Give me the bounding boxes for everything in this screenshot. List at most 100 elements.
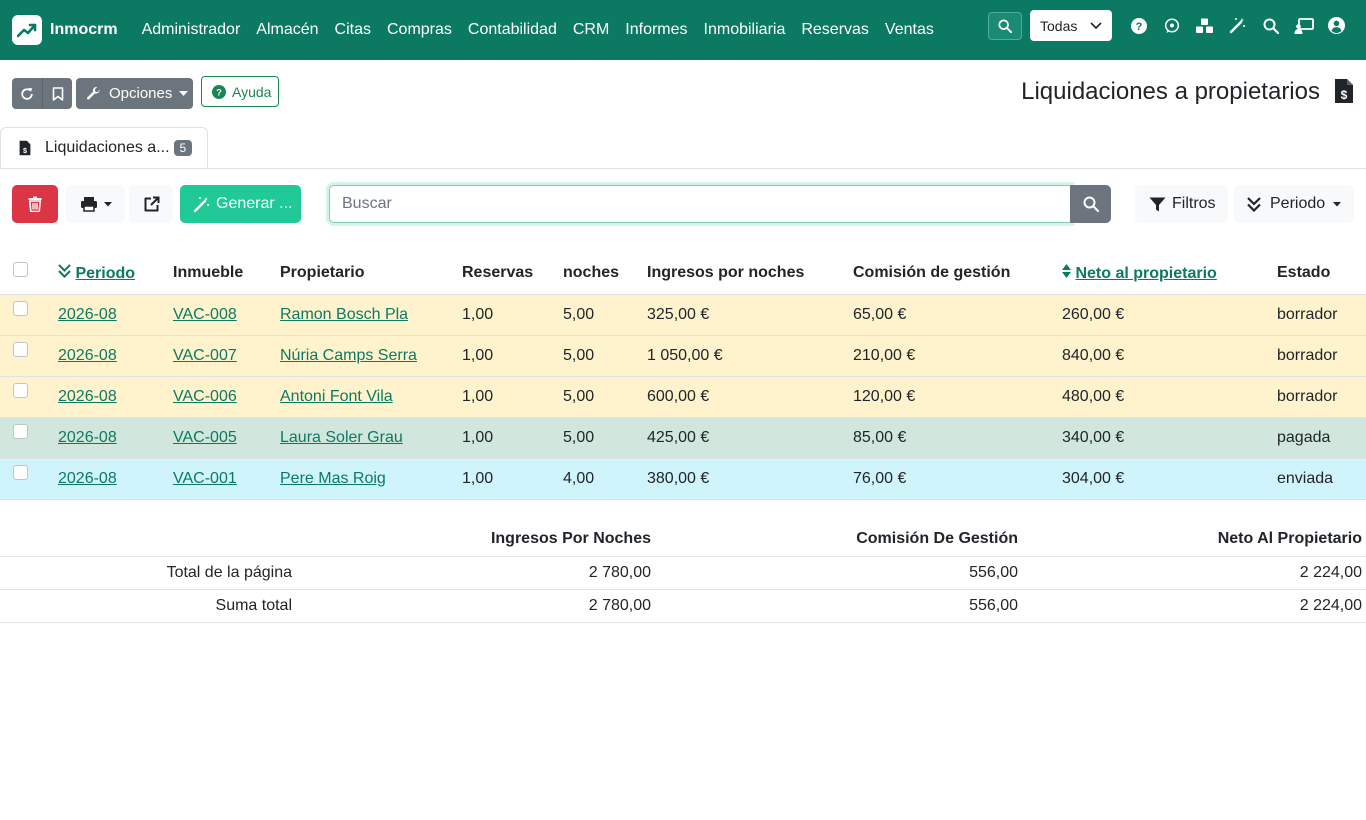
menu-item-reservas[interactable]: Reservas bbox=[801, 21, 869, 39]
options-label: Opciones bbox=[109, 85, 173, 102]
table-row[interactable]: 2026-08 VAC-005 Laura Soler Grau 1,00 5,… bbox=[0, 417, 1366, 459]
wrench-icon bbox=[87, 86, 100, 100]
reload-button[interactable] bbox=[12, 78, 43, 109]
totals-header-blank bbox=[0, 523, 296, 557]
brand[interactable]: Inmocrm bbox=[12, 15, 118, 45]
column-header-periodo[interactable]: Periodo bbox=[58, 253, 173, 295]
tab-liquidaciones[interactable]: $ Liquidaciones a... 5 bbox=[0, 127, 208, 169]
help-button[interactable]: ? Ayuda bbox=[201, 76, 279, 107]
row-select-cell bbox=[0, 417, 58, 459]
cell-noches: 5,00 bbox=[563, 294, 647, 336]
question-circle-icon: ? bbox=[212, 84, 226, 99]
search-icon[interactable] bbox=[1254, 11, 1287, 41]
propietario-link[interactable]: Laura Soler Grau bbox=[280, 429, 403, 446]
periodo-link[interactable]: 2026-08 bbox=[58, 470, 117, 487]
column-header-neto[interactable]: Neto al propietario bbox=[1062, 253, 1277, 295]
reload-bookmark-group bbox=[12, 78, 72, 109]
filters-button[interactable]: Filtros bbox=[1135, 185, 1228, 223]
options-button[interactable]: Opciones bbox=[76, 78, 193, 109]
double-chevron-down-icon bbox=[58, 263, 71, 278]
cell-comision: 210,00 € bbox=[853, 335, 1062, 377]
inmueble-link[interactable]: VAC-008 bbox=[173, 306, 237, 323]
column-header-inmueble: Inmueble bbox=[173, 253, 280, 295]
table-row[interactable]: 2026-08 VAC-007 Núria Camps Serra 1,00 5… bbox=[0, 335, 1366, 377]
tabs-divider bbox=[0, 168, 1366, 169]
periodo-link[interactable]: 2026-08 bbox=[58, 388, 117, 405]
menu-item-ventas[interactable]: Ventas bbox=[885, 21, 934, 39]
liquidaciones-table: Periodo Inmueble Propietario Reservas no… bbox=[0, 253, 1366, 500]
chalkboard-user-icon[interactable] bbox=[1287, 11, 1320, 41]
chevron-down-icon bbox=[1090, 21, 1102, 29]
whatsapp-icon[interactable] bbox=[1155, 11, 1188, 41]
row-checkbox[interactable] bbox=[13, 341, 28, 357]
propietario-link[interactable]: Pere Mas Roig bbox=[280, 470, 386, 487]
navbar-icons: ? bbox=[1122, 11, 1353, 41]
cell-periodo: 2026-08 bbox=[58, 417, 173, 459]
user-circle-icon[interactable] bbox=[1320, 11, 1353, 41]
top-navbar: Inmocrm Administrador Almacén Citas Comp… bbox=[0, 0, 1366, 60]
cell-periodo: 2026-08 bbox=[58, 458, 173, 500]
cell-noches: 5,00 bbox=[563, 417, 647, 459]
cell-reservas: 1,00 bbox=[462, 376, 563, 418]
menu-item-informes[interactable]: Informes bbox=[625, 21, 687, 39]
cell-neto: 260,00 € bbox=[1062, 294, 1277, 336]
open-external-button[interactable] bbox=[129, 185, 173, 223]
row-select-cell bbox=[0, 294, 58, 336]
main-menu: Administrador Almacén Citas Compras Cont… bbox=[142, 21, 950, 39]
row-select-cell bbox=[0, 335, 58, 377]
search-input[interactable] bbox=[329, 185, 1071, 223]
totals-header-row: Ingresos Por Noches Comisión De Gestión … bbox=[0, 523, 1366, 557]
inmueble-link[interactable]: VAC-006 bbox=[173, 388, 237, 405]
page-total-comision: 556,00 bbox=[655, 556, 1022, 590]
grand-total-ingresos: 2 780,00 bbox=[296, 589, 655, 623]
cubes-icon[interactable] bbox=[1188, 11, 1221, 41]
row-checkbox[interactable] bbox=[13, 300, 28, 316]
table-row[interactable]: 2026-08 VAC-006 Antoni Font Vila 1,00 5,… bbox=[0, 376, 1366, 418]
cell-estado: borrador bbox=[1277, 376, 1366, 418]
inmueble-link[interactable]: VAC-001 bbox=[173, 470, 237, 487]
generate-button[interactable]: Generar ... bbox=[180, 185, 301, 223]
menu-item-contabilidad[interactable]: Contabilidad bbox=[468, 21, 557, 39]
cell-neto: 304,00 € bbox=[1062, 458, 1277, 500]
cell-neto: 340,00 € bbox=[1062, 417, 1277, 459]
cell-estado: enviada bbox=[1277, 458, 1366, 500]
inmueble-link[interactable]: VAC-005 bbox=[173, 429, 237, 446]
delete-button[interactable] bbox=[12, 185, 58, 223]
table-row[interactable]: 2026-08 VAC-008 Ramon Bosch Pla 1,00 5,0… bbox=[0, 294, 1366, 336]
column-header-ingresos: Ingresos por noches bbox=[647, 253, 853, 295]
menu-item-compras[interactable]: Compras bbox=[387, 21, 452, 39]
grand-total-label: Suma total bbox=[0, 589, 296, 623]
select-all-checkbox[interactable] bbox=[13, 262, 28, 278]
row-checkbox[interactable] bbox=[13, 382, 28, 398]
cell-neto: 840,00 € bbox=[1062, 335, 1277, 377]
menu-item-crm[interactable]: CRM bbox=[573, 21, 609, 39]
periodo-link[interactable]: 2026-08 bbox=[58, 429, 117, 446]
help-icon[interactable]: ? bbox=[1122, 11, 1155, 41]
row-checkbox[interactable] bbox=[13, 464, 28, 480]
inmueble-link[interactable]: VAC-007 bbox=[173, 347, 237, 364]
propietario-link[interactable]: Ramon Bosch Pla bbox=[280, 306, 408, 323]
magic-wand-icon[interactable] bbox=[1221, 11, 1254, 41]
periodo-link[interactable]: 2026-08 bbox=[58, 306, 117, 323]
print-button[interactable] bbox=[66, 185, 125, 223]
row-checkbox[interactable] bbox=[13, 423, 28, 439]
table-row[interactable]: 2026-08 VAC-001 Pere Mas Roig 1,00 4,00 … bbox=[0, 458, 1366, 500]
propietario-link[interactable]: Antoni Font Vila bbox=[280, 388, 393, 405]
page-total-label: Total de la página bbox=[0, 556, 296, 590]
cell-reservas: 1,00 bbox=[462, 335, 563, 377]
menu-item-almacen[interactable]: Almacén bbox=[256, 21, 318, 39]
periodo-link[interactable]: 2026-08 bbox=[58, 347, 117, 364]
propietario-link[interactable]: Núria Camps Serra bbox=[280, 347, 417, 364]
menu-item-inmobiliaria[interactable]: Inmobiliaria bbox=[704, 21, 786, 39]
period-button[interactable]: Periodo bbox=[1234, 185, 1354, 223]
menu-item-citas[interactable]: Citas bbox=[335, 21, 371, 39]
search-button[interactable] bbox=[1070, 185, 1111, 223]
tab-label: Liquidaciones a... bbox=[45, 139, 170, 156]
cell-estado: pagada bbox=[1277, 417, 1366, 459]
global-search-button[interactable] bbox=[988, 11, 1022, 40]
bookmark-button[interactable] bbox=[43, 78, 72, 109]
company-select[interactable]: Todas bbox=[1030, 10, 1112, 41]
tab-count-badge: 5 bbox=[173, 140, 193, 156]
column-header-estado: Estado bbox=[1277, 253, 1366, 295]
menu-item-administrador[interactable]: Administrador bbox=[142, 21, 241, 39]
